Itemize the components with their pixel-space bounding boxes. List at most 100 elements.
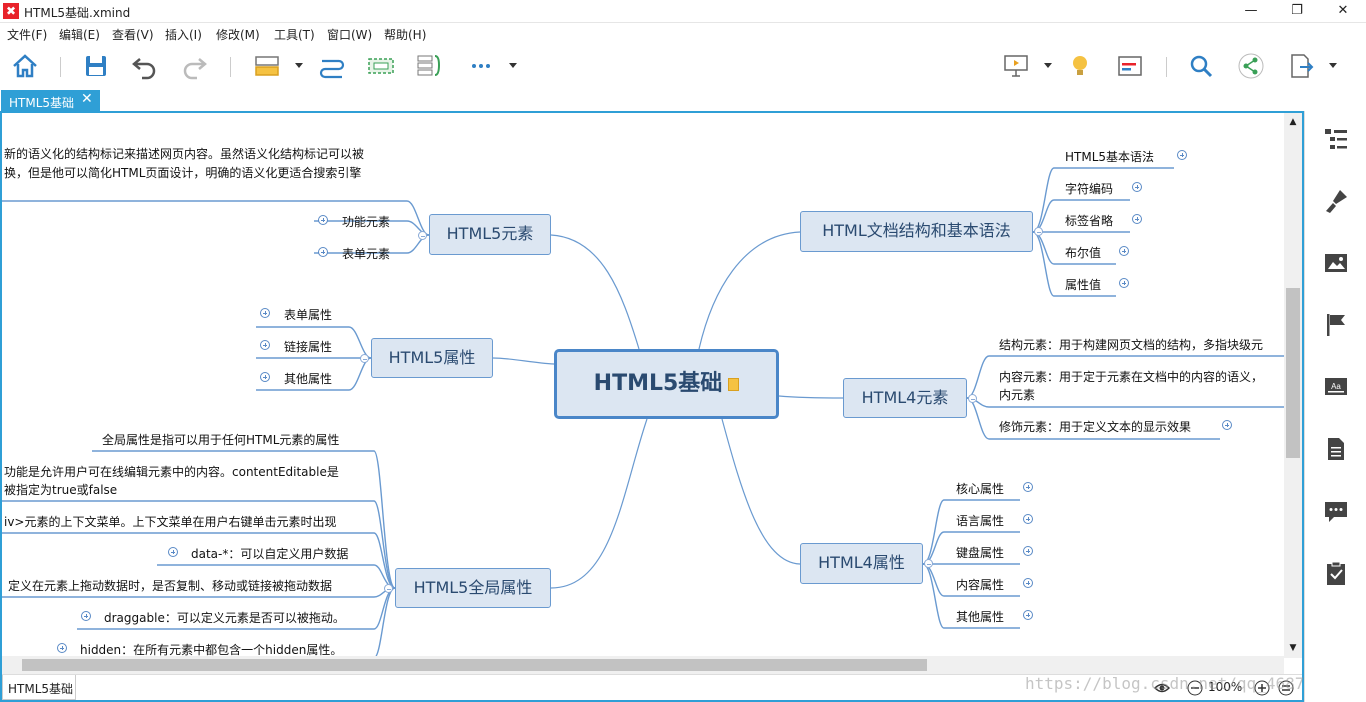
presentation-icon[interactable]	[1001, 51, 1031, 81]
chevron-down-icon[interactable]	[295, 63, 303, 68]
expand-icon[interactable]	[260, 372, 270, 382]
search-icon[interactable]	[1186, 51, 1216, 81]
subtopic[interactable]: 其他属性	[284, 370, 332, 387]
subtopic[interactable]: 结构元素：用于构建网页文档的结构，多指块级元	[999, 336, 1263, 353]
subtopic[interactable]: 核心属性	[956, 480, 1004, 497]
label-icon[interactable]: Aa	[1322, 373, 1350, 401]
menu-edit[interactable]: 编辑(E)	[59, 26, 100, 43]
export-icon[interactable]	[1286, 51, 1316, 81]
vertical-scrollbar[interactable]: ▲ ▼	[1284, 113, 1302, 658]
marker-icon[interactable]	[1322, 311, 1350, 339]
subtopic[interactable]: 内元素	[999, 386, 1035, 403]
subtopic[interactable]: 标签省略	[1065, 212, 1113, 229]
topic-html5-attributes[interactable]: HTML5属性	[371, 338, 493, 378]
expand-icon[interactable]	[1023, 610, 1033, 620]
chevron-down-icon[interactable]	[1044, 63, 1052, 68]
expand-icon[interactable]	[168, 547, 178, 557]
expand-icon[interactable]	[81, 611, 91, 621]
sheet-tab[interactable]: HTML5基础	[2, 675, 76, 700]
topic-html5-elements[interactable]: HTML5元素	[429, 214, 551, 255]
expand-icon[interactable]	[1023, 482, 1033, 492]
collapse-icon[interactable]	[360, 354, 369, 363]
boundary-icon[interactable]	[366, 51, 396, 81]
more-icon[interactable]	[466, 51, 496, 81]
central-topic[interactable]: HTML5基础	[554, 349, 779, 419]
menu-insert[interactable]: 插入(I)	[165, 26, 202, 43]
subtopic[interactable]: 表单属性	[284, 306, 332, 323]
expand-icon[interactable]	[1132, 182, 1142, 192]
expand-icon[interactable]	[1177, 150, 1187, 160]
topic-html4-attributes[interactable]: HTML4属性	[800, 543, 923, 584]
expand-icon[interactable]	[1222, 420, 1232, 430]
expand-icon[interactable]	[57, 643, 67, 653]
mindmap-canvas[interactable]: HTML5基础 HTML5元素 HTML5属性 HTML5全局属性 HTML文档…	[2, 113, 1284, 658]
summary-icon[interactable]	[414, 51, 444, 81]
subtopic[interactable]: 定义在元素上拖动数据时，是否复制、移动或链接被拖动数据	[8, 577, 332, 594]
collapse-icon[interactable]	[418, 231, 427, 240]
menu-help[interactable]: 帮助(H)	[384, 26, 426, 43]
expand-icon[interactable]	[260, 340, 270, 350]
subtopic[interactable]: 表单元素	[342, 245, 390, 262]
expand-icon[interactable]	[1023, 546, 1033, 556]
subtopic[interactable]: 全局属性是指可以用于任何HTML元素的属性	[102, 431, 339, 448]
tab-html5-basics[interactable]: HTML5基础 ✕	[1, 90, 100, 111]
note-icon[interactable]	[728, 377, 740, 391]
expand-icon[interactable]	[1119, 278, 1129, 288]
topic-style-icon[interactable]	[252, 51, 282, 81]
collapse-icon[interactable]	[968, 394, 977, 403]
expand-icon[interactable]	[1132, 214, 1142, 224]
redo-icon[interactable]	[179, 51, 209, 81]
save-icon[interactable]	[81, 51, 111, 81]
menu-modify[interactable]: 修改(M)	[216, 26, 260, 43]
menu-view[interactable]: 查看(V)	[112, 26, 154, 43]
gantt-icon[interactable]	[1115, 51, 1145, 81]
subtopic[interactable]: 链接属性	[284, 338, 332, 355]
subtopic[interactable]: 功能是允许用户可在线编辑元素中的内容。contentEditable是	[4, 463, 339, 480]
minimize-button[interactable]: —	[1228, 0, 1274, 23]
subtopic[interactable]: 内容属性	[956, 576, 1004, 593]
expand-icon[interactable]	[1119, 246, 1129, 256]
subtopic[interactable]: 修饰元素：用于定义文本的显示效果	[999, 418, 1191, 435]
subtopic[interactable]: HTML5基本语法	[1065, 148, 1154, 165]
subtopic[interactable]: data-*：可以自定义用户数据	[191, 545, 348, 562]
horizontal-scrollbar[interactable]	[2, 656, 1284, 674]
relationship-icon[interactable]	[317, 51, 347, 81]
subtopic[interactable]: 键盘属性	[956, 544, 1004, 561]
notes-icon[interactable]	[1322, 435, 1350, 463]
scroll-thumb[interactable]	[22, 659, 927, 671]
subtopic[interactable]: 属性值	[1065, 276, 1101, 293]
menu-window[interactable]: 窗口(W)	[327, 26, 372, 43]
menu-file[interactable]: 文件(F)	[7, 26, 47, 43]
image-icon[interactable]	[1322, 249, 1350, 277]
outline-icon[interactable]	[1322, 125, 1350, 153]
topic-html-structure[interactable]: HTML文档结构和基本语法	[800, 211, 1033, 252]
close-icon[interactable]: ✕	[81, 91, 93, 107]
scroll-up-icon[interactable]: ▲	[1288, 117, 1298, 127]
topic-html4-elements[interactable]: HTML4元素	[843, 378, 967, 418]
home-icon[interactable]	[10, 51, 40, 81]
scroll-down-icon[interactable]: ▼	[1288, 643, 1298, 653]
chevron-down-icon[interactable]	[509, 63, 517, 68]
expand-icon[interactable]	[1023, 514, 1033, 524]
menu-tools[interactable]: 工具(T)	[274, 26, 315, 43]
collapse-icon[interactable]	[924, 559, 933, 568]
subtopic[interactable]: 内容元素：用于定于元素在文档中的内容的语义，	[999, 368, 1263, 385]
close-button[interactable]: ✕	[1320, 0, 1366, 23]
scroll-thumb[interactable]	[1286, 288, 1300, 458]
subtopic[interactable]: 语言属性	[956, 512, 1004, 529]
expand-icon[interactable]	[260, 308, 270, 318]
expand-icon[interactable]	[1023, 578, 1033, 588]
comments-icon[interactable]	[1322, 497, 1350, 525]
topic-html5-global-attributes[interactable]: HTML5全局属性	[395, 568, 551, 608]
format-icon[interactable]	[1322, 187, 1350, 215]
undo-icon[interactable]	[130, 51, 160, 81]
task-icon[interactable]	[1322, 559, 1350, 587]
subtopic[interactable]: 布尔值	[1065, 244, 1101, 261]
maximize-button[interactable]: ❐	[1274, 0, 1320, 23]
subtopic[interactable]: 功能元素	[342, 213, 390, 230]
subtopic[interactable]: 被指定为true或false	[4, 481, 117, 498]
expand-icon[interactable]	[318, 247, 328, 257]
collapse-icon[interactable]	[1034, 227, 1043, 236]
collapse-icon[interactable]	[384, 584, 393, 593]
subtopic[interactable]: 其他属性	[956, 608, 1004, 625]
